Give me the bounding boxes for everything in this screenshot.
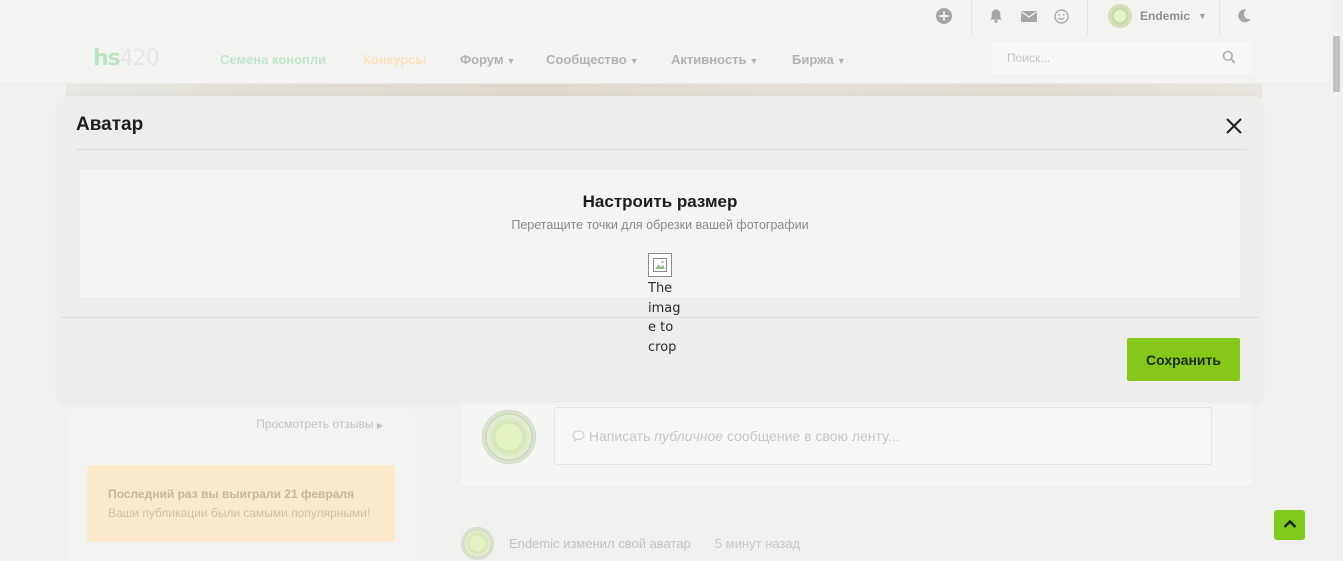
nav-item-exchange[interactable]: Биржа ▼: [792, 52, 846, 67]
page-scrollbar[interactable]: [1330, 0, 1343, 561]
bell-icon[interactable]: [987, 7, 1005, 25]
close-icon[interactable]: [1225, 117, 1243, 135]
top-bar: Endemic ▼: [0, 0, 1330, 34]
main-navbar: hs420 Семена конопли Конкурсы Форум ▼ Соо…: [0, 34, 1330, 84]
nav-item-activity[interactable]: Активность ▼: [671, 52, 758, 67]
caret-down-icon: ▼: [1198, 11, 1207, 21]
profile-sidebar: Просмотреть отзывы ▶ Последний раз вы вы…: [70, 402, 415, 561]
user-menu[interactable]: Endemic ▼: [1108, 3, 1207, 29]
activity-item: Endemic изменил свой аватар 5 минут наза…: [461, 526, 800, 561]
status-placeholder-emphasis: публичное: [654, 428, 724, 444]
search-icon[interactable]: [1222, 50, 1236, 64]
site-logo[interactable]: hs420: [93, 46, 160, 71]
plus-circle-icon[interactable]: [935, 7, 953, 25]
avatar[interactable]: [461, 527, 494, 560]
avatar: [1108, 4, 1132, 28]
modal-title: Аватар: [76, 114, 144, 135]
caret-down-icon: ▼: [749, 56, 759, 66]
chevron-up-icon: [1283, 516, 1297, 534]
topbar-divider: [1087, 0, 1088, 34]
crop-image-alt: The image to crop: [648, 281, 681, 355]
smile-icon[interactable]: [1052, 7, 1070, 25]
scrollbar-thumb[interactable]: [1333, 36, 1340, 92]
logo-420-text: 420: [119, 46, 160, 71]
topbar-divider: [1219, 0, 1220, 34]
caret-down-icon: ▼: [836, 56, 846, 66]
view-reviews-link[interactable]: Просмотреть отзывы ▶: [256, 417, 383, 431]
win-notice-card: Последний раз вы выиграли 21 февраля Ваш…: [87, 465, 395, 542]
nav-item-label: Биржа: [792, 52, 834, 67]
nav-item-community[interactable]: Сообщество ▼: [546, 52, 639, 67]
topbar-divider: [971, 0, 972, 34]
search-placeholder: Поиск...: [1007, 51, 1051, 65]
scroll-to-top-button[interactable]: [1274, 510, 1305, 540]
caret-down-icon: ▼: [629, 56, 639, 66]
logo-hs-text: hs: [93, 46, 121, 71]
caret-right-icon: ▶: [376, 421, 383, 430]
nav-item-label: Сообщество: [546, 52, 627, 67]
nav-item-label: Семена конопли: [220, 52, 327, 67]
crop-image[interactable]: The image to crop: [648, 253, 688, 357]
modal-divider: [76, 149, 1246, 150]
nav-item-seeds[interactable]: Семена конопли: [220, 52, 326, 67]
nav-item-label: Конкурсы: [363, 52, 427, 67]
nav-item-label: Форум: [460, 52, 504, 67]
nav-item-forum[interactable]: Форум ▼: [460, 52, 515, 67]
win-notice-text: Ваши публикации были самыми популярными!: [108, 506, 371, 520]
win-notice-title: Последний раз вы выиграли 21 февраля: [108, 487, 355, 501]
search-input[interactable]: Поиск...: [992, 42, 1252, 74]
status-placeholder-prefix: Написать: [588, 428, 655, 444]
envelope-icon[interactable]: [1020, 7, 1038, 25]
activity-time: 5 минут назад: [714, 536, 801, 551]
status-input[interactable]: Написать публичное сообщение в свою лент…: [554, 407, 1212, 465]
save-button[interactable]: Сохранить: [1127, 338, 1240, 381]
crop-title: Настроить размер: [582, 192, 738, 211]
activity-text: Endemic изменил свой аватар: [509, 536, 691, 551]
broken-image-icon: [648, 253, 672, 277]
crop-subtitle: Перетащите точки для обрезки вашей фотог…: [511, 218, 809, 232]
moon-icon[interactable]: [1235, 7, 1253, 25]
user-name: Endemic: [1140, 9, 1191, 23]
caret-down-icon: ▼: [506, 56, 516, 66]
comment-icon: [572, 428, 589, 444]
avatar: [482, 410, 536, 464]
nav-item-contests[interactable]: Конкурсы: [363, 52, 427, 67]
view-reviews-label: Просмотреть отзывы: [256, 417, 374, 431]
nav-item-label: Активность: [671, 52, 747, 67]
status-placeholder-suffix: сообщение в свою ленту...: [723, 428, 900, 444]
avatar-modal: Аватар Настроить размер Перетащите точки…: [60, 96, 1260, 401]
